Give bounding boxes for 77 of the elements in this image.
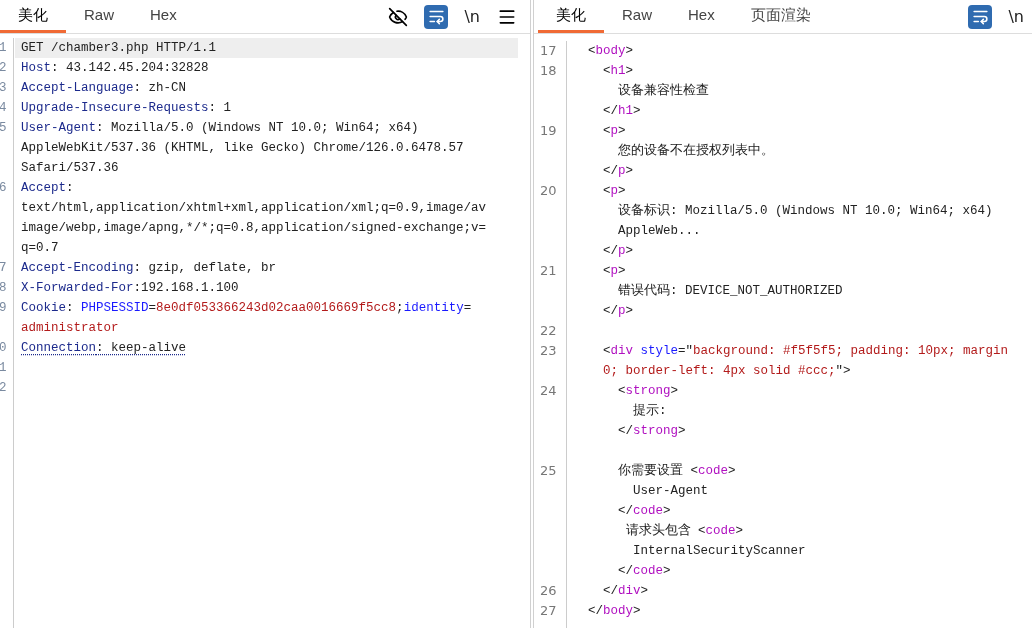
code-line: User-Agent: Mozilla/5.0 (Windows NT 10.0; Win64; x64) xyxy=(21,119,419,137)
line-number: 25 xyxy=(539,462,557,480)
code-line: Accept-Language: zh-CN xyxy=(21,79,187,97)
line-number: 1 xyxy=(0,40,7,57)
line-number: 19 xyxy=(539,122,557,140)
code-line: 请求头包含 <code> xyxy=(624,522,744,540)
tab[interactable]: 美化 xyxy=(0,0,66,33)
line-number: 22 xyxy=(539,322,557,340)
code-line: User-Agent xyxy=(632,482,709,500)
line-number: 4 xyxy=(0,100,7,117)
code-line: </strong> xyxy=(617,422,686,440)
code-line: AppleWebKit/537.36 (KHTML, like Gecko) Chrome/126.0.6478.57 xyxy=(21,139,464,157)
line-number: 3 xyxy=(0,80,7,97)
code-line: 设备兼容性检查 xyxy=(617,82,709,100)
code-line: Safari/537.36 xyxy=(21,159,119,177)
code-line: AppleWeb... xyxy=(617,222,701,240)
line-number: 6 xyxy=(0,180,7,197)
code-line: 0; border-left: 4px solid #ccc;"> xyxy=(602,362,851,380)
line-number: 2 xyxy=(0,60,7,77)
code-line: Upgrade-Insecure-Requests: 1 xyxy=(21,99,232,117)
line-number: 18 xyxy=(539,62,557,80)
code-line: <h1> xyxy=(602,62,634,80)
code-line: Accept: xyxy=(21,179,74,197)
line-number: 23 xyxy=(539,342,557,360)
line-number: 20 xyxy=(539,182,557,200)
code-line: <strong> xyxy=(617,382,679,400)
tab[interactable]: 页面渲染 xyxy=(732,0,829,33)
line-number: 1 xyxy=(0,360,7,377)
code-line: </p> xyxy=(602,242,634,260)
code-line: X-Forwarded-For:192.168.1.100 xyxy=(21,279,239,297)
code-line: text/html,application/xhtml+xml,application/xml;q=0.9,image/av xyxy=(21,199,487,217)
code-line: 您的设备不在授权列表中。 xyxy=(617,142,774,160)
tab[interactable]: Hex xyxy=(670,0,733,33)
code-line: </code> xyxy=(617,562,671,580)
code-line: <p> xyxy=(602,262,626,280)
code-line: Connection: keep-alive xyxy=(21,339,187,357)
code-line: </code> xyxy=(617,502,671,520)
code-line: Cookie: PHPSESSID=8e0df053366243d02caa0016669f5cc8;identity= xyxy=(21,299,472,317)
code-line: </h1> xyxy=(602,102,641,120)
line-number: 2 xyxy=(0,380,7,397)
line-number: 9 xyxy=(0,300,7,317)
code-line: <p> xyxy=(602,182,626,200)
code-line: </div> xyxy=(602,582,649,600)
wrap-text-icon[interactable] xyxy=(424,4,449,29)
code-line: <p> xyxy=(602,122,626,140)
code-line: <body> xyxy=(587,42,634,60)
code-line: image/webp,image/apng,*/*;q=0.8,application/signed-exchange;v= xyxy=(21,219,487,237)
tab[interactable]: Hex xyxy=(132,0,195,33)
code-line: q=0.7 xyxy=(21,239,59,257)
code-line: </body> xyxy=(587,602,641,620)
newline-toggle[interactable]: \n xyxy=(462,4,482,29)
tab[interactable]: Raw xyxy=(604,0,670,33)
code-line: administrator xyxy=(21,319,119,337)
tab[interactable]: 美化 xyxy=(538,0,604,33)
line-number: 21 xyxy=(539,262,557,280)
tab[interactable]: Raw xyxy=(66,0,132,33)
code-line: GET /chamber3.php HTTP/1.1 xyxy=(21,39,217,57)
code-line: InternalSecurityScanner xyxy=(632,542,806,560)
code-line: </p> xyxy=(602,302,634,320)
code-line: </p> xyxy=(602,162,634,180)
code-line: 错误代码: DEVICE_NOT_AUTHORIZED xyxy=(617,282,843,300)
newline-toggle[interactable]: \n xyxy=(1006,4,1026,29)
code-line: Accept-Encoding: gzip, deflate, br xyxy=(21,259,277,277)
line-number: 5 xyxy=(0,120,7,137)
line-number: 8 xyxy=(0,280,7,297)
code-line: 你需要设置 <code> xyxy=(617,462,736,480)
code-line: 提示: xyxy=(632,402,667,420)
line-number: 7 xyxy=(0,260,7,277)
wrap-text-icon[interactable] xyxy=(968,4,993,29)
line-number: 27 xyxy=(539,602,557,620)
line-number: 24 xyxy=(539,382,557,400)
line-number: 26 xyxy=(539,582,557,600)
code-line: <div style="background: #f5f5f5; padding: 10px; margin xyxy=(602,342,1009,360)
line-number: 0 xyxy=(0,340,7,357)
line-number: 17 xyxy=(539,42,557,60)
code-line: 设备标识: Mozilla/5.0 (Windows NT 10.0; Win64; x64) xyxy=(617,202,993,220)
code-line: Host: 43.142.45.204:32828 xyxy=(21,59,209,77)
